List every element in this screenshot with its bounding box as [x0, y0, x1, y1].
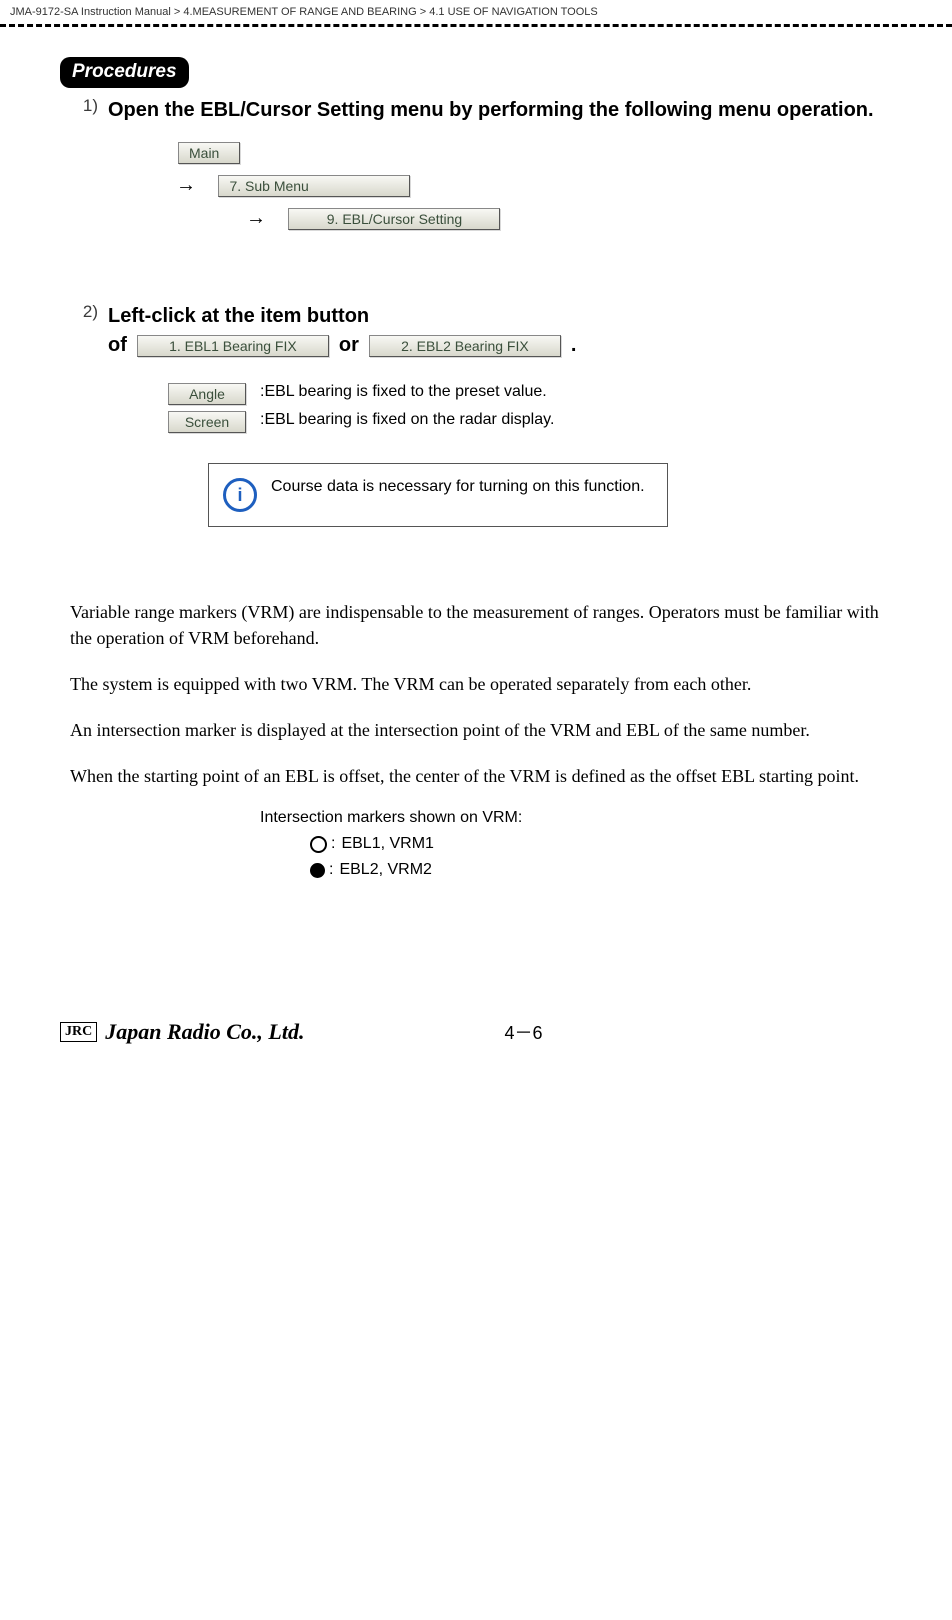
arrow-icon: → [176, 174, 196, 196]
ebl1-bearing-button[interactable]: 1. EBL1 Bearing FIX [137, 335, 329, 357]
step-2: 2) Left-click at the item button of 1. E… [60, 302, 892, 527]
paragraph-4: When the starting point of an EBL is off… [60, 763, 892, 789]
intersection-markers-block: Intersection markers shown on VRM: : EBL… [260, 809, 892, 879]
screen-description: :EBL bearing is fixed on the radar displ… [260, 411, 554, 429]
procedures-badge: Procedures [60, 57, 189, 88]
paragraph-3: An intersection marker is displayed at t… [60, 717, 892, 743]
filled-circle-icon [310, 863, 325, 878]
step-1: 1) Open the EBL/Cursor Setting menu by p… [60, 96, 892, 240]
paragraph-2: The system is equipped with two VRM. The… [60, 671, 892, 697]
info-text: Course data is necessary for turning on … [271, 476, 653, 498]
brand-name: Japan Radio Co., Ltd. [105, 1019, 304, 1045]
angle-button[interactable]: Angle [168, 383, 246, 405]
breadcrumb-section: 4.1 USE OF NAVIGATION TOOLS [429, 6, 598, 18]
step-2-dot: . [571, 334, 577, 357]
breadcrumb-sep: > [174, 6, 180, 18]
angle-description: :EBL bearing is fixed to the preset valu… [260, 383, 547, 401]
step-1-number: 1) [60, 96, 108, 116]
open-circle-icon [310, 836, 327, 853]
divider-dashed [0, 24, 952, 27]
marker-1-label: EBL1, VRM1 [341, 835, 433, 853]
marker-colon: : [331, 835, 335, 853]
markers-title: Intersection markers shown on VRM: [260, 809, 892, 827]
jrc-logo: JRC [60, 1022, 97, 1042]
arrow-icon: → [246, 207, 266, 229]
menu-sub-button[interactable]: 7. Sub Menu [218, 175, 410, 197]
menu-path: Main → 7. Sub Menu → 9. EBL/Cursor Setti… [178, 142, 892, 230]
option-screen-row: Screen :EBL bearing is fixed on the rada… [168, 411, 892, 433]
menu-ebl-button[interactable]: 9. EBL/Cursor Setting [288, 208, 500, 230]
step-2-heading: Left-click at the item button [108, 302, 892, 330]
breadcrumb: JMA-9172-SA Instruction Manual > 4.MEASU… [0, 0, 952, 20]
screen-button[interactable]: Screen [168, 411, 246, 433]
step-2-number: 2) [60, 302, 108, 322]
marker-colon: : [329, 861, 333, 879]
menu-main-button[interactable]: Main [178, 142, 240, 164]
page-footer: JRC Japan Radio Co., Ltd. 4－6 [60, 1019, 892, 1065]
step-2-or: or [339, 334, 359, 357]
breadcrumb-sep: > [420, 6, 426, 18]
breadcrumb-chapter: 4.MEASUREMENT OF RANGE AND BEARING [183, 6, 416, 18]
info-note: i Course data is necessary for turning o… [208, 463, 668, 527]
option-angle-row: Angle :EBL bearing is fixed to the prese… [168, 383, 892, 405]
breadcrumb-doc: JMA-9172-SA Instruction Manual [10, 6, 171, 18]
info-icon: i [223, 478, 257, 512]
ebl2-bearing-button[interactable]: 2. EBL2 Bearing FIX [369, 335, 561, 357]
page-number: 4－6 [504, 1019, 542, 1045]
step-1-heading: Open the EBL/Cursor Setting menu by perf… [108, 96, 892, 124]
step-2-of: of [108, 334, 127, 357]
paragraph-1: Variable range markers (VRM) are indispe… [60, 599, 892, 651]
marker-2-label: EBL2, VRM2 [339, 861, 431, 879]
